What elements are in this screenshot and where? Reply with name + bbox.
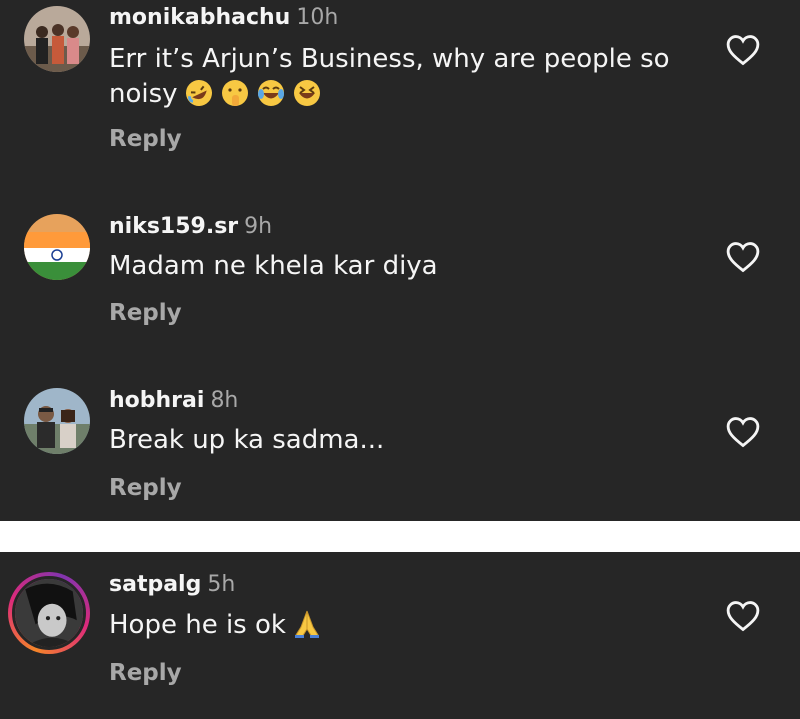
username[interactable]: monikabhachu bbox=[109, 5, 290, 30]
heart-outline-icon[interactable] bbox=[726, 600, 760, 632]
reply-button[interactable]: Reply bbox=[109, 475, 182, 501]
avatar[interactable] bbox=[24, 214, 90, 280]
timestamp: 8h bbox=[210, 388, 239, 413]
username[interactable]: satpalg bbox=[109, 572, 201, 597]
avatar[interactable] bbox=[24, 388, 90, 454]
reply-button[interactable]: Reply bbox=[109, 126, 182, 152]
comment-item: niks159.sr 9h Madam ne khela kar diya Rep… bbox=[0, 200, 800, 340]
comments-panel-bottom: satpalg 5h Hope he is ok Reply bbox=[0, 552, 800, 719]
reply-button[interactable]: Reply bbox=[109, 300, 182, 326]
grinning-squinting-face-emoji bbox=[292, 78, 322, 108]
comment-item: hobhrai 8h Break up ka sadma... Reply bbox=[0, 374, 800, 514]
folded-hands-emoji bbox=[292, 609, 322, 639]
heart-outline-icon[interactable] bbox=[726, 416, 760, 448]
comment-text: Err it’s Arjun’s Business, why are peopl… bbox=[109, 44, 670, 109]
comment-text: Break up ka sadma... bbox=[109, 425, 385, 455]
reply-button[interactable]: Reply bbox=[109, 660, 182, 686]
timestamp: 10h bbox=[296, 5, 339, 30]
heart-outline-icon[interactable] bbox=[726, 34, 760, 66]
timestamp: 5h bbox=[207, 572, 236, 597]
timestamp: 9h bbox=[244, 214, 273, 239]
username[interactable]: niks159.sr bbox=[109, 214, 238, 239]
avatar[interactable] bbox=[8, 572, 90, 654]
comment-text: Hope he is ok bbox=[109, 608, 699, 643]
shushing-face-emoji bbox=[220, 78, 250, 108]
comment-meta: niks159.sr 9h bbox=[109, 214, 272, 240]
comments-panel-top: monikabhachu 10h Err it’s Arjun’s Busines… bbox=[0, 0, 800, 521]
comment-item: satpalg 5h Hope he is ok Reply bbox=[0, 552, 800, 719]
comment-item: monikabhachu 10h Err it’s Arjun’s Busines… bbox=[0, 0, 800, 170]
username[interactable]: hobhrai bbox=[109, 388, 204, 413]
comment-meta: monikabhachu 10h bbox=[109, 5, 338, 31]
avatar[interactable] bbox=[24, 6, 90, 72]
heart-outline-icon[interactable] bbox=[726, 241, 760, 273]
rolling-on-floor-laughing-emoji bbox=[184, 78, 214, 108]
comment-text: Madam ne khela kar diya bbox=[109, 251, 438, 281]
tears-of-joy-emoji bbox=[256, 78, 286, 108]
comment-meta: hobhrai 8h bbox=[109, 388, 238, 414]
comment-meta: satpalg 5h bbox=[109, 572, 235, 598]
